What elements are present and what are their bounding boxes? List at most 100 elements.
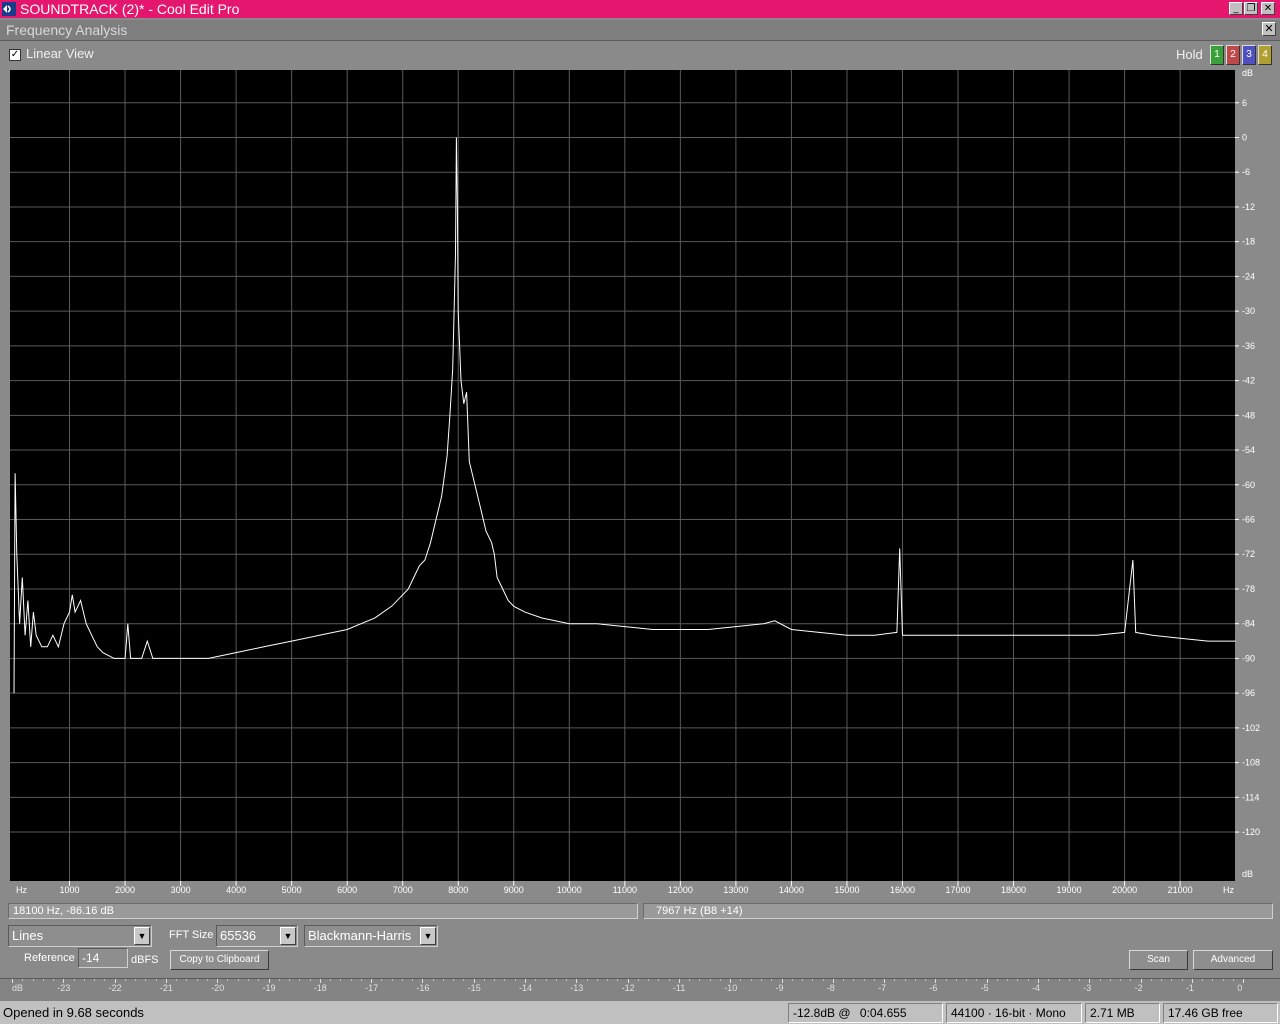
y-tick-label: 6	[1242, 98, 1247, 108]
x-unit-label-right: Hz	[1223, 885, 1234, 895]
meter-minor-tick	[668, 979, 670, 981]
y-tick-label: -66	[1242, 515, 1255, 525]
meter-minor-tick	[227, 979, 229, 981]
meter-minor-tick	[83, 979, 85, 981]
y-unit-label-top: dB	[1242, 68, 1253, 78]
meter-tick-label: -11	[672, 983, 686, 993]
y-tick-label: -78	[1242, 584, 1255, 594]
meter-minor-tick	[145, 979, 147, 981]
y-tick-label: -102	[1242, 723, 1260, 733]
meter-minor-tick	[566, 979, 568, 981]
meter-minor-tick	[1109, 979, 1111, 981]
meter-minor-tick	[247, 979, 249, 981]
x-tick-label: 17000	[945, 885, 970, 895]
y-tick-label: -108	[1242, 758, 1260, 768]
meter-minor-tick	[94, 979, 96, 981]
meter-minor-tick	[853, 979, 855, 981]
meter-minor-tick	[658, 979, 660, 981]
meter-minor-tick	[1120, 979, 1122, 981]
meter-minor-tick	[340, 979, 342, 981]
chevron-down-icon[interactable]: ▼	[134, 927, 150, 945]
meter-minor-tick	[822, 979, 824, 981]
meter-tick-label: -15	[467, 983, 481, 993]
meter-tick-label: -22	[108, 983, 122, 993]
x-tick-label: 19000	[1057, 885, 1082, 895]
x-tick-label: 16000	[890, 885, 915, 895]
chevron-down-icon[interactable]: ▼	[280, 927, 296, 945]
meter-minor-tick	[771, 979, 773, 981]
meter-minor-tick	[42, 979, 44, 981]
meter-minor-tick	[976, 979, 978, 981]
advanced-button[interactable]: Advanced	[1193, 950, 1273, 970]
meter-tick-label: -6	[929, 983, 938, 993]
y-unit-label-bottom: dB	[1242, 869, 1253, 879]
meter-minor-tick	[1181, 979, 1183, 981]
meter-minor-tick	[1212, 979, 1214, 981]
meter-minor-tick	[237, 979, 239, 981]
fft-size-select[interactable]: 65536 ▼	[216, 925, 298, 947]
reference-input[interactable]: -14	[78, 948, 128, 968]
status-message: Opened in 9.68 seconds	[3, 1005, 144, 1020]
window-function-select[interactable]: Blackmann-Harris ▼	[304, 925, 438, 947]
meter-minor-tick	[412, 979, 414, 981]
meter-minor-tick	[206, 979, 208, 981]
meter-tick-label: 0	[1237, 983, 1243, 993]
meter-minor-tick	[791, 979, 793, 981]
meter-minor-tick	[925, 979, 927, 981]
meter-minor-tick	[73, 979, 75, 981]
x-tick-label: 21000	[1168, 885, 1193, 895]
meter-minor-tick	[648, 979, 650, 981]
meter-tick-label: -3	[1083, 983, 1092, 993]
meter-minor-tick	[299, 979, 301, 981]
meter-minor-tick	[586, 979, 588, 981]
y-tick-label: -6	[1242, 167, 1250, 177]
meter-tick-label: -1	[1185, 983, 1194, 993]
meter-minor-tick	[196, 979, 198, 981]
meter-minor-tick	[1027, 979, 1029, 981]
meter-minor-tick	[719, 979, 721, 981]
meter-tick-label: -5	[980, 983, 989, 993]
x-tick-label: 4000	[226, 885, 246, 895]
meter-tick-label: -17	[365, 983, 379, 993]
meter-minor-tick	[401, 979, 403, 981]
y-tick-label: -90	[1242, 653, 1255, 663]
meter-minor-tick	[135, 979, 137, 981]
meter-minor-tick	[535, 979, 537, 981]
cursor-time: 0:04.655	[859, 1006, 907, 1020]
meter-minor-tick	[1099, 979, 1101, 981]
frequency-spectrum-chart[interactable]: 6 0 -6 -12 -18 -24 -30 -36 -42 -48 -54 -60 -66 -72 -78…	[0, 0, 1280, 900]
x-tick-label: 2000	[115, 885, 135, 895]
meter-minor-tick	[32, 979, 34, 981]
y-tick-label: -84	[1242, 619, 1255, 629]
plot-style-select[interactable]: Lines ▼	[8, 925, 152, 947]
meter-tick-label: -7	[878, 983, 887, 993]
copy-to-clipboard-button[interactable]: Copy to Clipboard	[170, 950, 269, 970]
x-tick-label: 9000	[504, 885, 524, 895]
meter-tick-label: -2	[1134, 983, 1143, 993]
reference-unit-label: dBFS	[131, 954, 159, 966]
y-tick-label: -36	[1242, 341, 1255, 351]
plot-area[interactable]	[10, 70, 1235, 881]
x-tick-label: 20000	[1112, 885, 1137, 895]
scan-button[interactable]: Scan	[1129, 950, 1188, 970]
meter-minor-tick	[494, 979, 496, 981]
meter-tick-label: -8	[826, 983, 835, 993]
meter-tick-label: -14	[519, 983, 533, 993]
y-tick-label: -60	[1242, 480, 1255, 490]
meter-tick-label: -19	[262, 983, 276, 993]
peak-readout: 7967 Hz (B8 +14)	[643, 903, 1273, 919]
y-tick-label: -24	[1242, 271, 1255, 281]
meter-minor-tick	[258, 979, 260, 981]
meter-minor-tick	[607, 979, 609, 981]
y-tick-label: -114	[1242, 792, 1259, 802]
meter-tick-label: dB	[12, 983, 24, 993]
x-tick-label: 10000	[557, 885, 582, 895]
meter-tick-mark	[1243, 979, 1245, 983]
meter-minor-tick	[176, 979, 178, 981]
y-tick-label: -42	[1242, 376, 1255, 386]
x-tick-label: 18000	[1001, 885, 1026, 895]
chevron-down-icon[interactable]: ▼	[420, 927, 436, 945]
meter-minor-tick	[1202, 979, 1204, 981]
status-bar: Opened in 9.68 seconds -12.8dB @ 0:04.65…	[0, 1001, 1280, 1024]
x-tick-label: 12000	[668, 885, 693, 895]
